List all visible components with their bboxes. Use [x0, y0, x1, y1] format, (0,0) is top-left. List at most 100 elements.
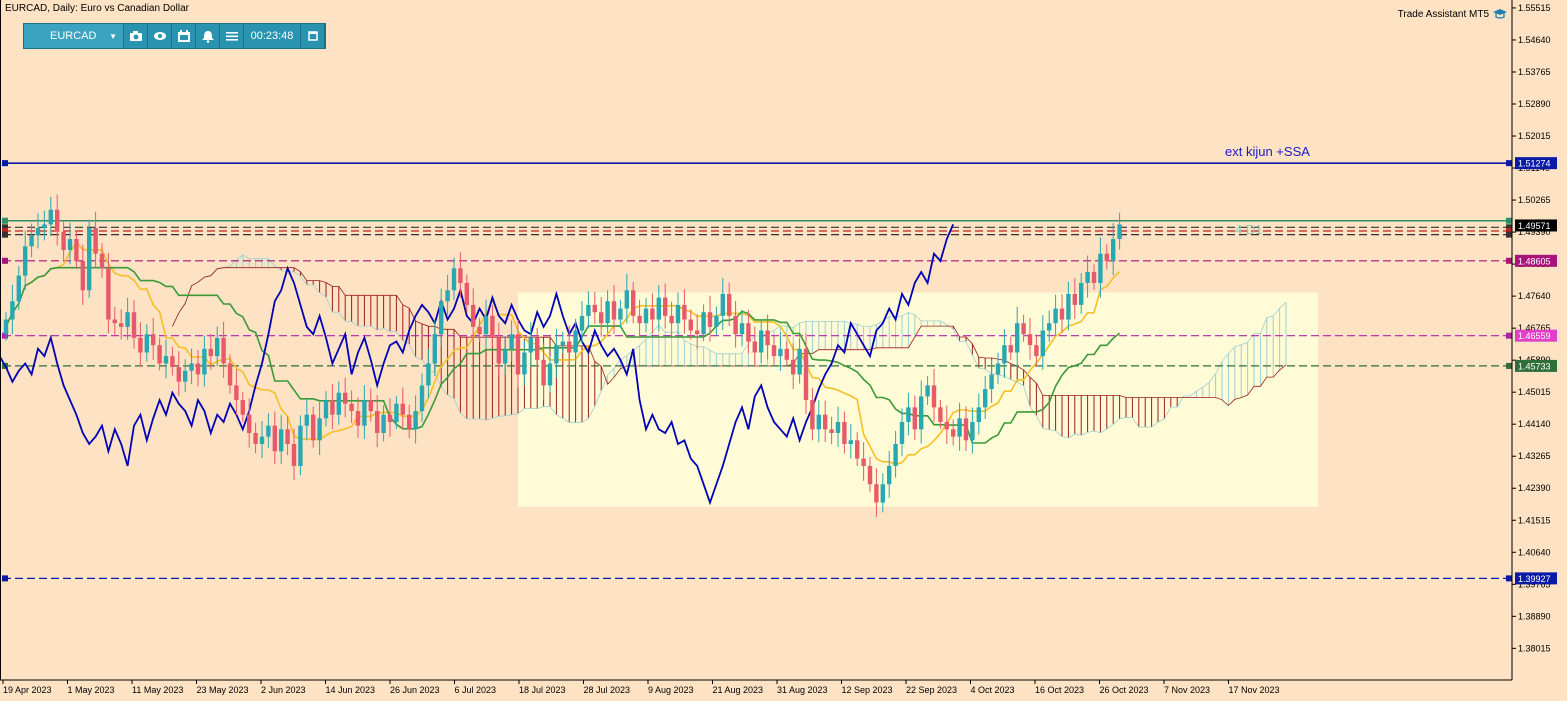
candle-body: [810, 400, 815, 430]
price-tag-label: 1.49571: [1518, 221, 1551, 231]
candle-body: [483, 315, 489, 335]
calendar-button[interactable]: [172, 24, 196, 48]
level-handle[interactable]: [1506, 160, 1512, 167]
candle-body: [112, 319, 117, 324]
level-handle[interactable]: [2, 160, 8, 167]
candle-body: [144, 334, 149, 353]
level-handle[interactable]: [1506, 231, 1512, 238]
level-handle[interactable]: [1506, 332, 1512, 339]
candle-body: [528, 337, 533, 353]
candle-body: [1098, 253, 1103, 283]
symbol-selector[interactable]: EURCAD ▼: [24, 24, 124, 48]
screenshot-button[interactable]: [124, 24, 148, 48]
candle-body: [784, 348, 789, 360]
alert-button[interactable]: [196, 24, 220, 48]
candle-body: [842, 422, 847, 444]
candle-body: [605, 301, 610, 324]
level-handle[interactable]: [2, 231, 8, 238]
candle-body: [624, 290, 629, 309]
level-handle[interactable]: [1506, 575, 1512, 582]
candle-body: [727, 293, 732, 316]
view-button[interactable]: [148, 24, 172, 48]
candle-body: [695, 330, 700, 335]
candle-body: [720, 293, 725, 316]
level-handle[interactable]: [2, 217, 8, 224]
restore-window-button[interactable]: [301, 24, 325, 48]
level-handle[interactable]: [2, 257, 8, 264]
trade-assistant[interactable]: Trade Assistant MT5: [1398, 8, 1507, 20]
price-tick-label: 1.43265: [1518, 451, 1551, 461]
candle-body: [170, 356, 175, 368]
candle-body: [189, 363, 194, 371]
candle-body: [995, 363, 1001, 375]
candle-body: [215, 337, 220, 357]
level-handle[interactable]: [1506, 362, 1512, 369]
time-tick-label: 26 Jun 2023: [390, 685, 440, 695]
candle-body: [1072, 293, 1077, 305]
candle-body: [42, 224, 47, 229]
level-handle[interactable]: [1506, 257, 1512, 264]
candle-body: [439, 301, 444, 335]
time-tick-label: 31 Aug 2023: [777, 685, 828, 695]
candle-body: [336, 392, 341, 415]
price-tick-label: 1.38015: [1518, 643, 1551, 653]
time-tick-label: 17 Nov 2023: [1229, 685, 1280, 695]
candle-body: [432, 334, 437, 364]
candle-body: [970, 422, 975, 441]
level-handle[interactable]: [2, 575, 8, 582]
price-tag-label: 1.45733: [1518, 361, 1551, 371]
chart-title: EURCAD, Daily: Euro vs Canadian Dollar: [5, 3, 189, 14]
candle-body: [759, 330, 764, 353]
candle-body: [1079, 282, 1084, 305]
price-tick-label: 1.50265: [1518, 195, 1551, 205]
candle-body: [733, 315, 738, 335]
candle-body: [1047, 323, 1052, 331]
candle-body: [931, 385, 937, 408]
price-tick-label: 1.47640: [1518, 291, 1551, 301]
candle-body: [138, 337, 143, 353]
menu-button[interactable]: [220, 24, 244, 48]
candle-body: [752, 341, 757, 353]
candle-body: [48, 209, 53, 225]
candle-body: [541, 359, 546, 386]
candle-body: [586, 304, 591, 316]
candle-body: [739, 323, 745, 335]
price-tag-label: 1.48605: [1518, 256, 1551, 266]
candle-body: [567, 341, 572, 353]
candle-body: [906, 407, 911, 423]
level-handle[interactable]: [1506, 217, 1512, 224]
candle-body: [663, 297, 668, 316]
candle-body: [797, 348, 802, 375]
candle-body: [227, 363, 233, 386]
price-tick-label: 1.55515: [1518, 3, 1551, 13]
candle-body: [131, 312, 137, 338]
candle-body: [285, 429, 290, 444]
time-tick-label: 22 Sep 2023: [906, 685, 957, 695]
range-box: [518, 292, 1318, 507]
candle-body: [1111, 239, 1116, 261]
price-chart[interactable]: 1.555151.546401.537651.528901.520151.511…: [0, 0, 1567, 701]
camera-icon: [129, 31, 142, 41]
price-tick-label: 1.52015: [1518, 131, 1551, 141]
candle-body: [471, 304, 476, 327]
graduation-cap-icon[interactable]: [1493, 8, 1507, 20]
time-tick-label: 18 Jul 2023: [519, 685, 566, 695]
time-tick-label: 4 Oct 2023: [971, 685, 1015, 695]
eye-icon: [153, 32, 166, 40]
candle-body: [1021, 323, 1026, 335]
candle-body: [259, 436, 265, 444]
chart-window[interactable]: 1.555151.546401.537651.528901.520151.511…: [0, 0, 1567, 701]
candle-body: [61, 231, 66, 251]
candle-body: [535, 337, 540, 360]
candle-body: [163, 356, 169, 364]
candle-body: [80, 260, 85, 291]
time-tick-label: 7 Nov 2023: [1164, 685, 1210, 695]
candle-body: [157, 345, 162, 364]
candle-body: [490, 315, 495, 338]
candle-body: [650, 308, 655, 320]
candle-body: [35, 228, 41, 236]
time-tick-label: 16 Oct 2023: [1035, 685, 1084, 695]
time-tick-label: 21 Aug 2023: [713, 685, 764, 695]
candle-body: [957, 418, 962, 437]
candle-body: [355, 411, 361, 426]
